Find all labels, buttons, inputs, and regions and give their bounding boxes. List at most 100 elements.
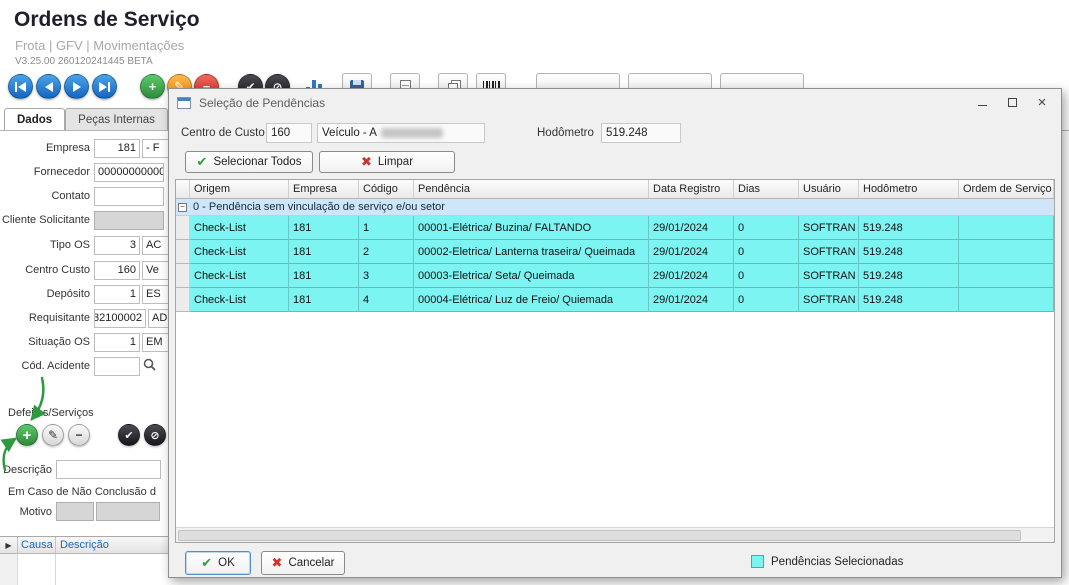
ok-button[interactable]: ✔ OK [185, 551, 251, 575]
row-gutter[interactable] [176, 216, 190, 240]
empresa-desc-input[interactable]: - F [142, 139, 168, 158]
col-data-registro[interactable]: Data Registro [649, 180, 734, 198]
veiculo-input[interactable]: Veículo - A [317, 123, 485, 143]
cliente-solicitante-input [94, 211, 164, 230]
centro-custo-dialog-input[interactable]: 160 [266, 123, 312, 143]
cross-icon: ✖ [361, 154, 372, 170]
collapse-expander-icon[interactable]: − [178, 203, 187, 212]
cell-pendencia: 00001-Elétrica/ Buzina/ FALTANDO [414, 216, 649, 240]
add-defect-button[interactable]: + [16, 424, 38, 446]
deposito-input[interactable]: 1 [94, 285, 140, 304]
cell-hodometro: 519.248 [859, 216, 959, 240]
discard-defect-button[interactable]: ⊘ [144, 424, 166, 446]
empresa-input[interactable]: 181 [94, 139, 140, 158]
col-codigo[interactable]: Código [359, 180, 414, 198]
selecionar-todos-button[interactable]: ✔ Selecionar Todos [185, 151, 313, 173]
requisitante-input[interactable]: 32100002 [94, 309, 146, 328]
col-pendencia[interactable]: Pendência [414, 180, 649, 198]
motivo-code-input [56, 502, 94, 521]
scrollbar-thumb[interactable] [178, 530, 1021, 541]
requisitante-label: Requisitante [0, 312, 94, 324]
contato-input[interactable] [94, 187, 164, 206]
breadcrumb: Frota | GFV | Movimentações [15, 38, 184, 53]
ok-label: OK [218, 557, 235, 569]
close-button[interactable]: × [1027, 92, 1057, 113]
tab-pecas-internas[interactable]: Peças Internas [65, 108, 168, 130]
row-gutter[interactable] [176, 240, 190, 264]
empresa-label: Empresa [0, 142, 94, 154]
cell-ordem-servico [959, 264, 1054, 288]
cancelar-button[interactable]: ✖ Cancelar [261, 551, 345, 575]
col-hodometro[interactable]: Hodômetro [859, 180, 959, 198]
fornecedor-input[interactable]: 0000000000000 [94, 163, 164, 182]
tab-dados[interactable]: Dados [4, 108, 65, 130]
centro-custo-desc-input[interactable]: Ve [142, 261, 168, 280]
confirm-defect-button[interactable]: ✔ [118, 424, 140, 446]
col-usuario[interactable]: Usuário [799, 180, 859, 198]
cod-acidente-input[interactable] [94, 357, 140, 376]
cell-origem: Check-List [190, 288, 289, 312]
first-record-button[interactable] [8, 74, 33, 99]
next-record-button[interactable] [64, 74, 89, 99]
tipo-os-input[interactable]: 3 [94, 236, 140, 255]
previous-record-button[interactable] [36, 74, 61, 99]
last-record-icon [99, 82, 107, 92]
requisitante-desc-input[interactable]: AD [148, 309, 168, 328]
row-marker-icon: ▶ [0, 537, 18, 553]
deposito-desc-input[interactable]: ES [142, 285, 168, 304]
dialog-titlebar[interactable]: Seleção de Pendências × [169, 89, 1061, 116]
fornecedor-label: Fornecedor [0, 166, 94, 178]
table-row[interactable]: Check-List 181 3 00003-Eletrica/ Seta/ Q… [176, 264, 1054, 288]
cell-pendencia: 00003-Eletrica/ Seta/ Queimada [414, 264, 649, 288]
horizontal-scrollbar[interactable] [176, 527, 1054, 542]
row-gutter[interactable] [176, 264, 190, 288]
table-row[interactable]: Check-List 181 2 00002-Eletrica/ Lantern… [176, 240, 1054, 264]
check-icon: ✔ [124, 429, 133, 442]
group-row[interactable]: − 0 - Pendência sem vinculação de serviç… [176, 199, 1054, 216]
minimize-button[interactable] [967, 92, 997, 113]
maximize-button[interactable] [997, 92, 1027, 113]
situacao-os-input[interactable]: 1 [94, 333, 140, 352]
cell-data-registro: 29/01/2024 [649, 240, 734, 264]
add-record-button[interactable]: + [140, 74, 165, 99]
close-icon: × [1038, 94, 1047, 111]
col-dias[interactable]: Dias [734, 180, 799, 198]
cell-usuario: SOFTRAN [799, 216, 859, 240]
col-origem[interactable]: Origem [190, 180, 289, 198]
last-record-button[interactable] [92, 74, 117, 99]
edit-defect-button[interactable]: ✎ [42, 424, 64, 446]
search-icon[interactable] [143, 358, 156, 374]
descricao-input[interactable] [56, 460, 161, 479]
centro-custo-dialog-label: Centro de Custo [181, 127, 265, 139]
plus-icon: + [23, 427, 32, 444]
cell-dias: 0 [734, 288, 799, 312]
cell-hodometro: 519.248 [859, 264, 959, 288]
cod-acidente-label: Cód. Acidente [0, 360, 94, 372]
cell-usuario: SOFTRAN [799, 264, 859, 288]
plus-icon: + [149, 79, 157, 94]
cell-empresa: 181 [289, 288, 359, 312]
cell-origem: Check-List [190, 240, 289, 264]
centro-custo-input[interactable]: 160 [94, 261, 140, 280]
remove-defect-button[interactable]: − [68, 424, 90, 446]
situacao-os-desc-input[interactable]: EM [142, 333, 168, 352]
app-window: Ordens de Serviço Frota | GFV | Moviment… [0, 0, 1069, 585]
col-ordem-servico[interactable]: Ordem de Serviço [959, 180, 1054, 198]
table-row[interactable]: Check-List 181 4 00004-Elétrica/ Luz de … [176, 288, 1054, 312]
causa-column-header[interactable]: Causa [18, 537, 56, 553]
cell-empresa: 181 [289, 216, 359, 240]
descricao-column-header[interactable]: Descrição [56, 537, 168, 553]
hodometro-dialog-input[interactable]: 519.248 [601, 123, 681, 143]
veiculo-label: Veículo - A [322, 127, 377, 139]
pencil-icon: ✎ [48, 428, 58, 442]
row-gutter[interactable] [176, 288, 190, 312]
col-empresa[interactable]: Empresa [289, 180, 359, 198]
cell-origem: Check-List [190, 264, 289, 288]
legend-color-swatch [751, 555, 764, 568]
cell-dias: 0 [734, 264, 799, 288]
legend-label: Pendências Selecionadas [771, 556, 903, 568]
table-row[interactable]: Check-List 181 1 00001-Elétrica/ Buzina/… [176, 216, 1054, 240]
tipo-os-desc-input[interactable]: AC [142, 236, 168, 255]
cell-data-registro: 29/01/2024 [649, 216, 734, 240]
limpar-button[interactable]: ✖ Limpar [319, 151, 455, 173]
